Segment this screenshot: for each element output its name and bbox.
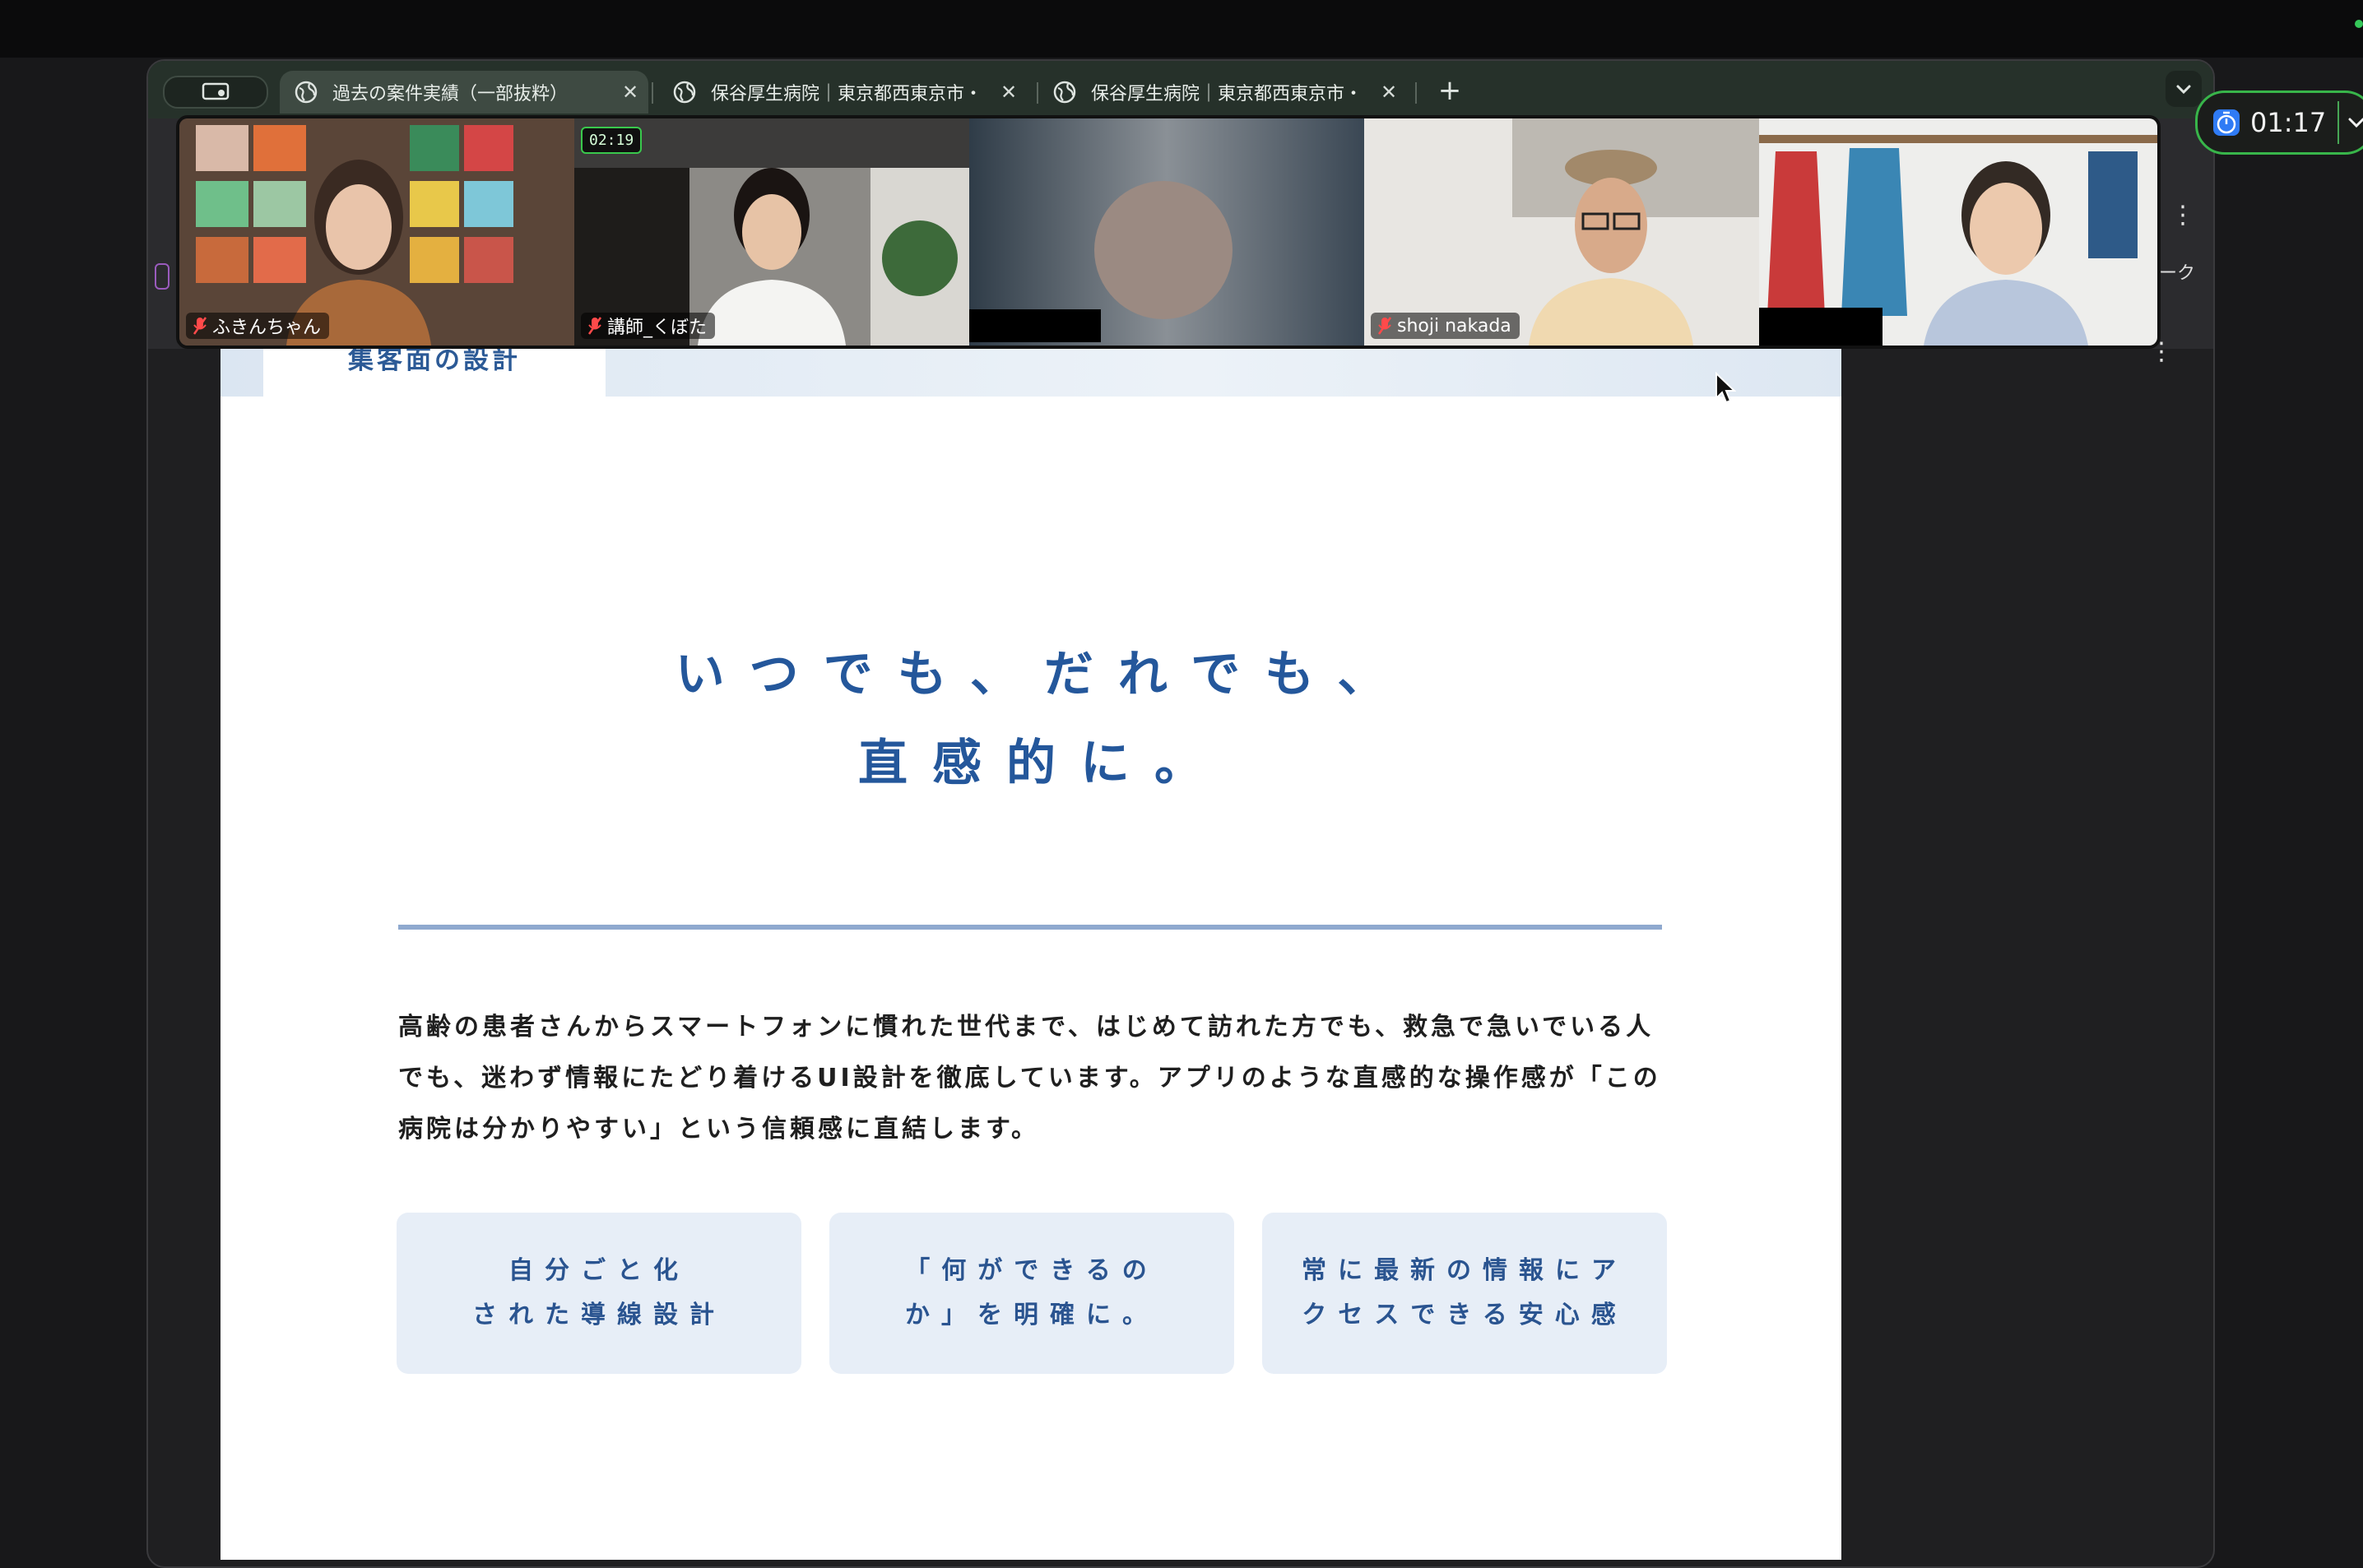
video-participant-strip: ふきんちゃん 02:19 講師_くぼた shoji nakada xyxy=(176,115,2161,349)
participant-tile[interactable]: 02:19 講師_くぼた xyxy=(574,118,969,346)
participant-tile[interactable]: ふきんちゃん xyxy=(179,118,574,346)
mic-muted-icon xyxy=(1377,317,1392,335)
hero-headline: いつでも、だれでも、 直感的に。 xyxy=(221,630,1841,808)
status-dot xyxy=(2355,20,2363,28)
globe-icon xyxy=(1053,81,1076,104)
feature-line-2: された導線設計 xyxy=(472,1301,726,1329)
tab-title: 保谷厚生病院｜東京都西東京市・ xyxy=(1091,84,1363,104)
participant-name: 講師_くぼた xyxy=(607,318,708,338)
headline-line-2: 直感的に。 xyxy=(858,735,1228,792)
feature-line-1: 自分ごと化 xyxy=(508,1256,689,1285)
tab-past-works[interactable]: 過去の案件実績（一部抜粋） ✕ xyxy=(280,71,648,114)
body-line-2: でも、迷わず情報にたどり着けるUI設計を徹底しています。アプリのような直感的な操… xyxy=(398,1064,1661,1092)
feature-line-2: か」を明確に。 xyxy=(905,1301,1158,1329)
participant-tile[interactable] xyxy=(1759,118,2157,346)
tab-separator xyxy=(652,82,653,104)
more-menu-icon[interactable]: ⋮ xyxy=(2170,201,2195,230)
tab-separator xyxy=(1415,82,1417,104)
tab-strip: 過去の案件実績（一部抜粋） ✕ 保谷厚生病院｜東京都西東京市・ ✕ 保谷厚生病院… xyxy=(148,61,2213,118)
globe-icon xyxy=(295,81,318,104)
tab-hoya-hospital-2[interactable]: 保谷厚生病院｜東京都西東京市・ ✕ xyxy=(1038,71,1407,114)
website-content: 集客面の設計 いつでも、だれでも、 直感的に。 高齢の患者さんからスマートフォン… xyxy=(221,285,1841,1560)
divider-line xyxy=(398,925,1662,930)
feature-line-1: 「何ができるの xyxy=(905,1256,1158,1285)
body-line-1: 高齢の患者さんからスマートフォンに慣れた世代まで、はじめて訪れた方でも、救急で急… xyxy=(398,1013,1655,1041)
chevron-down-icon xyxy=(2176,85,2191,95)
participant-video xyxy=(1364,118,1759,346)
feature-line-2: クセスできる安心感 xyxy=(1302,1301,1627,1329)
participant-name: shoji nakada xyxy=(1397,315,1511,336)
globe-icon xyxy=(673,81,696,104)
elapsed-timer-badge: 02:19 xyxy=(581,127,643,154)
toolbar-label-fragment: ーク xyxy=(2158,263,2195,284)
close-icon[interactable]: ✕ xyxy=(1371,81,1407,104)
close-icon[interactable]: ✕ xyxy=(991,81,1027,104)
sidebar-icon xyxy=(202,82,230,100)
participant-name: ふきんちゃん xyxy=(212,318,322,338)
timer-divider xyxy=(2337,101,2340,144)
participant-tile-active-speaker[interactable] xyxy=(969,118,1364,346)
participant-name-tag: shoji nakada xyxy=(1371,313,1520,339)
tab-list-button[interactable] xyxy=(2166,71,2202,107)
participant-video xyxy=(179,118,574,346)
tab-title: 過去の案件実績（一部抜粋） xyxy=(332,84,569,104)
mouse-cursor-icon xyxy=(1715,372,1736,404)
feature-card-3: 常に最新の情報にア クセスできる安心感 xyxy=(1262,1213,1667,1374)
tab-hoya-hospital-1[interactable]: 保谷厚生病院｜東京都西東京市・ ✕ xyxy=(658,71,1027,114)
feature-card-2: 「何ができるの か」を明確に。 xyxy=(829,1213,1234,1374)
new-tab-button[interactable]: + xyxy=(1432,72,1468,109)
mic-muted-icon xyxy=(587,317,602,335)
mic-muted-icon xyxy=(193,317,207,335)
tab-title: 保谷厚生病院｜東京都西東京市・ xyxy=(711,84,983,104)
redacted-name xyxy=(1759,308,1883,346)
zoom-top-bar xyxy=(0,0,2363,58)
sidebar-toggle-button[interactable] xyxy=(163,76,268,109)
body-line-3: 病院は分かりやすい」という信頼感に直結します。 xyxy=(398,1115,1039,1144)
participant-name-tag: 講師_くぼた xyxy=(581,313,716,339)
meeting-timer-pill[interactable]: 01:17 xyxy=(2195,90,2363,155)
feature-line-1: 常に最新の情報にア xyxy=(1302,1256,1627,1285)
feature-card-1: 自分ごと化 された導線設計 xyxy=(397,1213,801,1374)
headline-line-1: いつでも、だれでも、 xyxy=(675,646,1412,703)
meeting-timer: 01:17 xyxy=(2250,107,2327,138)
participant-tile[interactable]: shoji nakada xyxy=(1364,118,1759,346)
stopwatch-icon xyxy=(2213,109,2240,136)
close-icon[interactable]: ✕ xyxy=(612,81,648,104)
redacted-name xyxy=(969,309,1101,342)
chevron-down-icon[interactable] xyxy=(2346,112,2363,133)
participant-name-tag: ふきんちゃん xyxy=(186,313,330,339)
bookmark-fragment xyxy=(155,263,169,290)
body-paragraph: 高齢の患者さんからスマートフォンに慣れた世代まで、はじめて訪れた方でも、救急で急… xyxy=(398,1002,1682,1155)
